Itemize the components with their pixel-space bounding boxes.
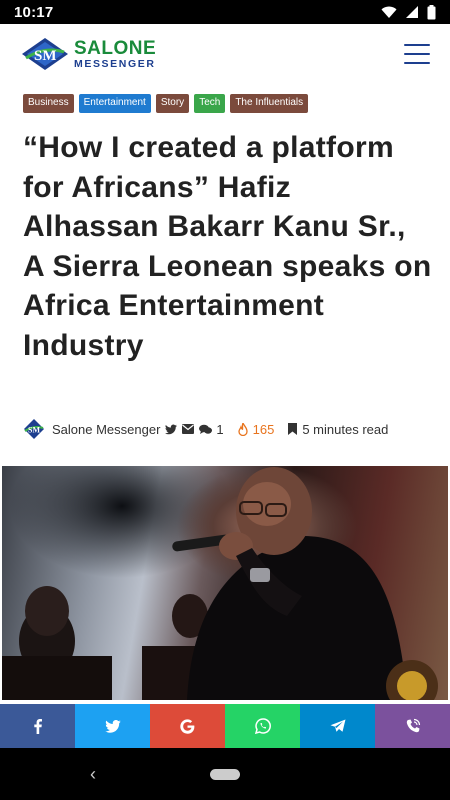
battery-icon [427, 4, 436, 19]
site-header: SM SALONE MESSENGER [0, 24, 450, 84]
email-icon[interactable] [182, 424, 195, 434]
share-facebook-button[interactable] [0, 704, 75, 748]
logo-mark-icon: SM [22, 38, 68, 70]
site-logo[interactable]: SM SALONE MESSENGER [20, 36, 156, 72]
share-bar [0, 704, 450, 748]
fire-icon [237, 422, 248, 436]
twitter-icon [104, 719, 121, 733]
telegram-icon [330, 719, 345, 732]
article-title: “How I created a platform for Africans” … [23, 131, 432, 362]
facebook-icon [33, 718, 42, 734]
author-avatar[interactable]: SM [23, 418, 45, 440]
tag-story[interactable]: Story [155, 94, 190, 113]
home-pill-icon[interactable] [210, 768, 240, 780]
logo-title: SALONE [74, 37, 157, 59]
share-telegram-button[interactable] [300, 704, 375, 748]
share-viber-button[interactable] [375, 704, 450, 748]
status-bar: 10:17 [0, 0, 450, 24]
hamburger-menu-icon[interactable] [404, 44, 430, 64]
comments-icon[interactable] [199, 424, 213, 435]
article-meta: SM Salone Messenger 1 165 5 minutes read [23, 418, 388, 440]
whatsapp-icon [254, 718, 271, 734]
tag-the-influentials[interactable]: The Influentials [230, 94, 309, 113]
back-icon[interactable]: ‹ [90, 764, 96, 785]
svg-text:SM: SM [28, 426, 40, 435]
article-hero-image [2, 466, 448, 700]
twitter-icon[interactable] [165, 424, 178, 435]
logo-subtitle: MESSENGER [74, 57, 156, 70]
app-screen: SM SALONE MESSENGER Business Entertainme… [0, 24, 450, 748]
views-counter: 165 [237, 421, 275, 437]
comment-count: 1 [216, 421, 224, 437]
read-time: 5 minutes read [288, 422, 388, 437]
tag-tech[interactable]: Tech [194, 94, 226, 113]
tag-business[interactable]: Business [23, 94, 74, 113]
signal-icon [406, 6, 418, 18]
system-icons [381, 4, 436, 20]
hero-photo [2, 467, 438, 700]
share-google-button[interactable] [150, 704, 225, 748]
viber-icon [406, 718, 420, 733]
wifi-icon [381, 6, 397, 18]
views-count: 165 [252, 421, 275, 437]
system-nav-bar: ‹ [0, 748, 450, 800]
share-twitter-button[interactable] [75, 704, 150, 748]
bookmark-icon [288, 423, 298, 435]
category-tags: Business Entertainment Story Tech The In… [23, 94, 309, 113]
share-whatsapp-button[interactable] [225, 704, 300, 748]
tag-entertainment[interactable]: Entertainment [78, 94, 151, 113]
svg-text:SM: SM [34, 48, 57, 64]
author-name[interactable]: Salone Messenger [52, 422, 160, 437]
read-time-text: 5 minutes read [302, 421, 389, 437]
google-icon [180, 718, 195, 734]
status-time: 10:17 [14, 3, 54, 21]
